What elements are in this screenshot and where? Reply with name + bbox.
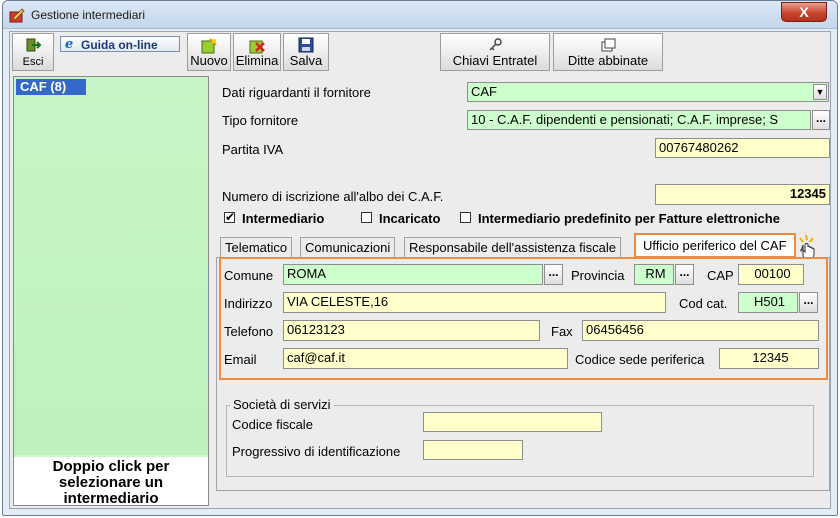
provincia-value: RM	[645, 266, 666, 281]
predefinito-label: Intermediario predefinito per Fatture el…	[478, 211, 780, 226]
client-area: Esci e Guida on-line Nuovo Elimina Salva…	[9, 31, 831, 509]
numero-albo-field[interactable]: 12345	[655, 184, 830, 205]
codice-sede-value: 12345	[752, 350, 789, 365]
tipo-fornitore-label: Tipo fornitore	[222, 113, 299, 128]
codice-fiscale-label: Codice fiscale	[232, 417, 313, 432]
cap-value: 00100	[754, 266, 791, 281]
toolbar: Esci e Guida on-line Nuovo Elimina Salva…	[10, 32, 830, 74]
cap-field[interactable]: 00100	[738, 264, 804, 285]
partita-iva-value: 00767480262	[659, 140, 739, 155]
progressivo-field[interactable]	[423, 440, 523, 460]
incaricato-label: Incaricato	[379, 211, 441, 226]
save-disk-icon	[298, 37, 314, 53]
elimina-button[interactable]: Elimina	[233, 33, 281, 71]
intermediari-list[interactable]: CAF (8)	[14, 77, 208, 455]
salva-button[interactable]: Salva	[283, 33, 329, 71]
societa-servizi-title: Società di servizi	[230, 397, 334, 412]
exit-icon	[26, 38, 41, 52]
esci-label: Esci	[22, 56, 44, 68]
window-title: Gestione intermediari	[31, 8, 146, 22]
tipo-fornitore-value: 10 - C.A.F. dipendenti e pensionati; C.A…	[471, 112, 779, 127]
ditte-abbinate-button[interactable]: Ditte abbinate	[553, 33, 663, 71]
fax-field[interactable]: 06456456	[582, 320, 819, 341]
list-item-caf[interactable]: CAF (8)	[16, 79, 86, 95]
fax-label: Fax	[551, 324, 573, 339]
intermediario-label: Intermediario	[242, 211, 325, 226]
tipo-fornitore-field[interactable]: 10 - C.A.F. dipendenti e pensionati; C.A…	[467, 110, 811, 130]
telefono-label: Telefono	[224, 324, 274, 339]
esci-button[interactable]: Esci	[12, 33, 54, 71]
codcat-value: H501	[753, 294, 786, 309]
fax-value: 06456456	[586, 322, 644, 337]
guida-label: Guida on-line	[81, 38, 158, 52]
telefono-value: 06123123	[287, 322, 345, 337]
nuovo-label: Nuovo	[190, 53, 228, 68]
progressivo-label: Progressivo di identificazione	[232, 444, 401, 459]
provincia-browse-button[interactable]: ...	[675, 264, 694, 285]
provincia-label: Provincia	[571, 268, 625, 283]
comune-value: ROMA	[287, 266, 326, 281]
app-icon	[9, 7, 25, 23]
chiavi-entratel-button[interactable]: Chiavi Entratel	[440, 33, 550, 71]
windows-icon	[601, 38, 616, 52]
dati-fornitore-select[interactable]: CAF ▼	[467, 82, 829, 102]
comune-field[interactable]: ROMA	[283, 264, 543, 285]
comune-label: Comune	[224, 268, 274, 283]
partita-iva-field[interactable]: 00767480262	[655, 138, 830, 158]
email-label: Email	[224, 352, 257, 367]
provincia-field[interactable]: RM	[634, 264, 674, 285]
comune-browse-button[interactable]: ...	[544, 264, 563, 285]
ie-icon: e	[65, 37, 74, 52]
indirizzo-field[interactable]: VIA CELESTE,16	[283, 292, 666, 313]
tab-comunicazioni[interactable]: Comunicazioni	[300, 237, 396, 257]
guida-online-button[interactable]: e Guida on-line	[60, 36, 180, 52]
intermediari-panel: CAF (8) Doppio click per selezionare un …	[13, 76, 209, 507]
tipo-fornitore-browse-button[interactable]: ...	[812, 110, 830, 130]
numero-albo-label: Numero di iscrizione all'albo dei C.A.F.	[222, 189, 444, 204]
tab-responsabile[interactable]: Responsabile dell'assistenza fiscale	[404, 237, 621, 257]
elimina-label: Elimina	[235, 53, 279, 68]
intermediario-checkbox[interactable]	[224, 210, 235, 224]
tab-telematico[interactable]: Telematico	[220, 237, 293, 257]
indirizzo-label: Indirizzo	[224, 296, 273, 311]
title-bar: Gestione intermediari X	[3, 1, 837, 29]
email-value: caf@caf.it	[287, 350, 345, 365]
cap-label: CAP	[707, 268, 734, 283]
codcat-browse-button[interactable]: ...	[799, 292, 818, 313]
nuovo-button[interactable]: Nuovo	[187, 33, 231, 71]
chevron-down-icon[interactable]: ▼	[813, 84, 827, 100]
incaricato-checkbox[interactable]	[361, 212, 372, 223]
close-button[interactable]: X	[781, 2, 827, 22]
codice-fiscale-field[interactable]	[423, 412, 602, 432]
partita-iva-label: Partita IVA	[222, 142, 284, 157]
indirizzo-value: VIA CELESTE,16	[287, 294, 389, 309]
codcat-label: Cod cat.	[679, 296, 728, 311]
dati-fornitore-value: CAF	[471, 84, 497, 99]
email-field[interactable]: caf@caf.it	[283, 348, 568, 369]
codice-sede-field[interactable]: 12345	[719, 348, 819, 369]
codice-sede-label: Codice sede periferica	[575, 352, 705, 367]
salva-label: Salva	[289, 53, 323, 68]
numero-albo-value: 12345	[789, 186, 826, 201]
ditte-label: Ditte abbinate	[567, 53, 649, 68]
dati-fornitore-label: Dati riguardanti il fornitore	[222, 85, 371, 100]
key-icon	[489, 38, 502, 51]
codcat-field[interactable]: H501	[738, 292, 798, 313]
telefono-field[interactable]: 06123123	[283, 320, 540, 341]
selection-hint: Doppio click per selezionare un intermed…	[14, 457, 208, 507]
main-window: Gestione intermediari X Esci e Guida on-…	[2, 0, 838, 516]
tab-ufficio-periferico[interactable]: Ufficio periferico del CAF	[634, 233, 796, 258]
predefinito-checkbox[interactable]	[460, 212, 471, 223]
chiavi-label: Chiavi Entratel	[452, 53, 538, 68]
